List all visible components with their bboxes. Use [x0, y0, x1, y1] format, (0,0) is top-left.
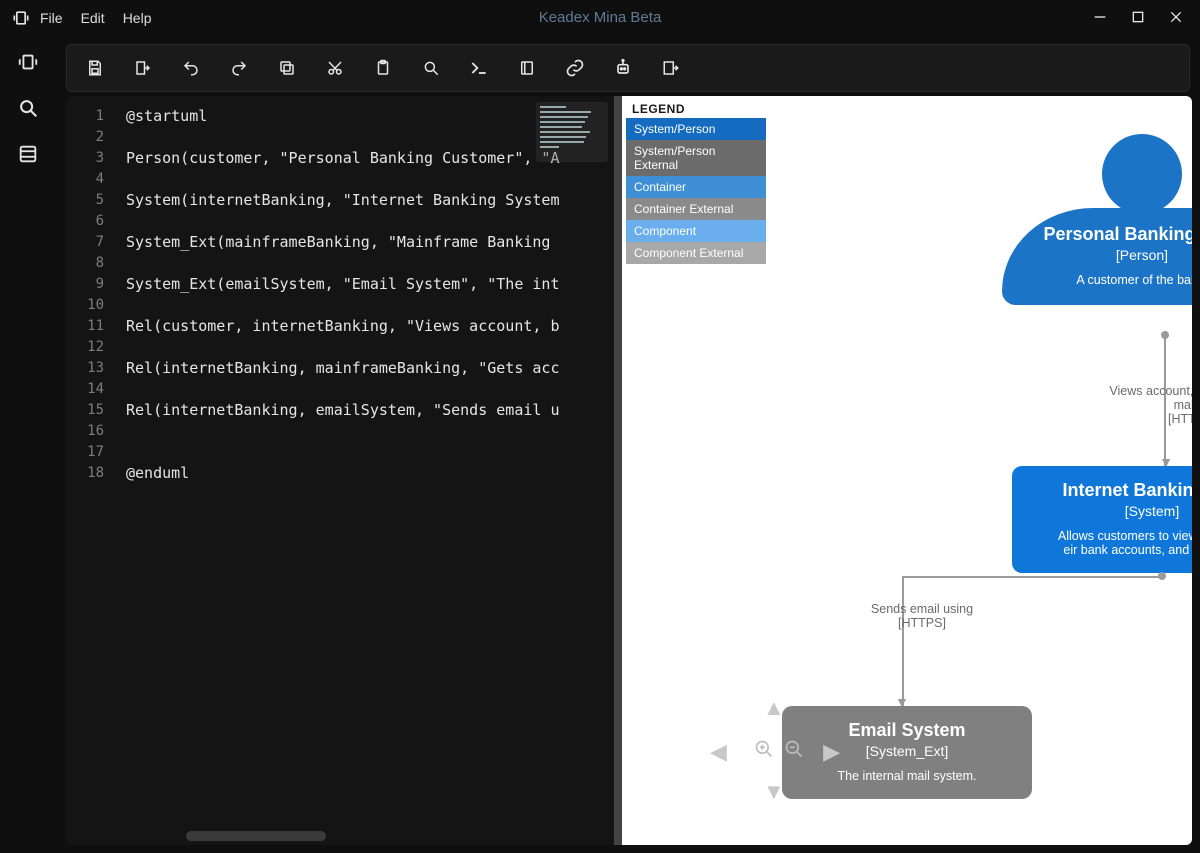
system-node[interactable]: Internet Banking Sys [System] Allows cus… — [1012, 466, 1192, 573]
find-icon[interactable] — [421, 58, 441, 78]
split-handle[interactable] — [614, 96, 622, 845]
menu-file[interactable]: File — [40, 10, 63, 26]
app-logo-icon — [10, 7, 32, 29]
library-icon[interactable] — [16, 142, 40, 166]
code-editor[interactable]: 123456789101112131415161718 @startumlPer… — [66, 96, 614, 845]
minimap[interactable] — [536, 102, 608, 162]
close-editor-icon[interactable] — [661, 58, 681, 78]
app-title: Keadex Mina Beta — [0, 9, 1200, 26]
relationship-label: Views account, balances, and makes[HTTPS… — [1092, 384, 1192, 426]
copy-icon[interactable] — [277, 58, 297, 78]
terminal-icon[interactable] — [469, 58, 489, 78]
activity-bar — [0, 36, 56, 853]
legend-row: System/Person — [626, 118, 766, 140]
legend-row: System/Person External — [626, 140, 766, 176]
book-icon[interactable] — [517, 58, 537, 78]
person-node[interactable]: Personal Banking Cust [Person] A custome… — [1002, 134, 1192, 305]
save-icon[interactable] — [85, 58, 105, 78]
pan-zoom-controls: ▲ ▼ ◀ ▶ — [700, 695, 850, 805]
pan-up-icon[interactable]: ▲ — [763, 695, 785, 721]
zoom-in-icon[interactable] — [754, 739, 774, 764]
title-bar: File Edit Help Keadex Mina Beta — [0, 0, 1200, 36]
node-title: Personal Banking Cust — [1012, 224, 1192, 245]
cut-icon[interactable] — [325, 58, 345, 78]
node-type: [Person] — [1012, 247, 1192, 263]
pan-right-icon[interactable]: ▶ — [823, 739, 840, 765]
connector — [902, 576, 904, 706]
window-close-icon[interactable] — [1168, 9, 1184, 28]
node-desc: A customer of the bank. — [1012, 273, 1192, 287]
node-title: Internet Banking Sys — [1024, 480, 1192, 501]
window-maximize-icon[interactable] — [1130, 9, 1146, 28]
legend-row: Component — [626, 220, 766, 242]
window-minimize-icon[interactable] — [1092, 9, 1108, 28]
zoom-out-icon[interactable] — [784, 739, 804, 764]
link-icon[interactable] — [565, 58, 585, 78]
connector — [902, 576, 1162, 578]
legend-title: LEGEND — [626, 100, 766, 118]
legend-row: Container External — [626, 198, 766, 220]
horizontal-scrollbar[interactable] — [186, 831, 326, 841]
paste-icon[interactable] — [373, 58, 393, 78]
node-type: [System] — [1024, 503, 1192, 519]
panel-icon[interactable] — [16, 50, 40, 74]
node-desc: Allows customers to view informat eir ba… — [1024, 529, 1192, 557]
search-icon[interactable] — [16, 96, 40, 120]
ai-icon[interactable] — [613, 58, 633, 78]
legend: LEGEND System/Person System/Person Exter… — [626, 100, 766, 264]
code-content[interactable]: @startumlPerson(customer, "Personal Bank… — [116, 96, 614, 845]
redo-icon[interactable] — [229, 58, 249, 78]
diagram-preview[interactable]: LEGEND System/Person System/Person Exter… — [622, 96, 1192, 845]
relationship-label: Sends email using[HTTPS] — [822, 602, 1022, 630]
export-icon[interactable] — [133, 58, 153, 78]
pan-left-icon[interactable]: ◀ — [710, 739, 727, 765]
menu-help[interactable]: Help — [123, 10, 152, 26]
undo-icon[interactable] — [181, 58, 201, 78]
legend-row: Component External — [626, 242, 766, 264]
editor-toolbar — [66, 44, 1190, 92]
legend-row: Container — [626, 176, 766, 198]
pan-down-icon[interactable]: ▼ — [763, 779, 785, 805]
menu-edit[interactable]: Edit — [81, 10, 105, 26]
line-gutter: 123456789101112131415161718 — [66, 96, 116, 845]
